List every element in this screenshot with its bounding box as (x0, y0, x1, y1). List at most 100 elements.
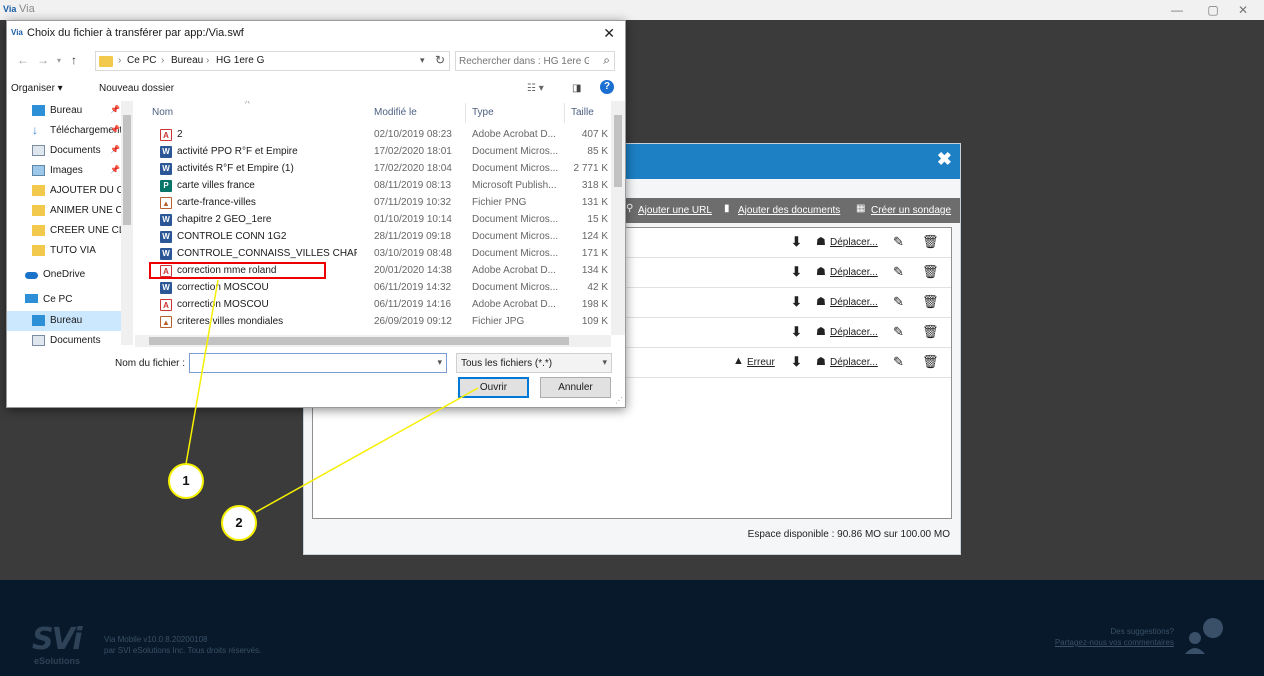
copyright-line: par SVI eSolutions Inc. Tous droits rése… (104, 646, 262, 655)
delete-icon[interactable]: 🗑 (922, 324, 939, 340)
column-modified[interactable]: Modifié le (374, 107, 417, 118)
open-button[interactable]: Ouvrir (458, 377, 529, 398)
close-app-button[interactable]: ✕ (1228, 2, 1258, 18)
new-folder-button[interactable]: Nouveau dossier (99, 83, 174, 94)
column-name[interactable]: Nom (152, 107, 173, 118)
crumb-folder[interactable]: HG 1ere G (216, 55, 264, 66)
move-icon: ☗ (816, 356, 826, 368)
nav-item-folder[interactable]: AJOUTER DU CONTENU (7, 181, 121, 201)
filename-input[interactable] (194, 355, 424, 371)
organize-button[interactable]: Organiser ▾ (11, 83, 63, 94)
edit-icon[interactable]: ✎ (893, 294, 904, 310)
download-icon[interactable]: ⬇ (791, 354, 802, 370)
file-list-hscrollbar[interactable] (135, 335, 611, 347)
file-row[interactable]: W CONTROLE CONN 1G2 28/11/2019 09:18 Docume… (135, 229, 611, 246)
history-dropdown-icon[interactable]: ▾ (57, 56, 61, 65)
cancel-button[interactable]: Annuler (540, 377, 611, 398)
search-box[interactable]: ⌕ (455, 51, 615, 71)
search-input[interactable] (459, 53, 589, 69)
file-row[interactable]: ▲ criteres villes mondiales 26/09/2019 09:… (135, 314, 611, 331)
download-icon[interactable]: ⬇ (791, 264, 802, 280)
delete-icon[interactable]: 🗑 (922, 234, 939, 250)
edit-icon[interactable]: ✎ (893, 264, 904, 280)
download-icon[interactable]: ⬇ (791, 294, 802, 310)
chevron-down-icon[interactable]: ▾ (437, 357, 442, 368)
pdf-icon: A (160, 129, 172, 141)
nav-item-downloads[interactable]: ↓ Téléchargements 📌 (7, 121, 121, 141)
nav-item-desktop[interactable]: Bureau 📌 (7, 101, 121, 121)
move-link[interactable]: Déplacer... (830, 267, 878, 278)
file-modified: 06/11/2019 14:16 (374, 299, 452, 310)
scroll-thumb[interactable] (149, 337, 569, 345)
forward-icon[interactable]: → (37, 53, 49, 67)
move-link[interactable]: Déplacer... (830, 357, 878, 368)
edit-icon[interactable]: ✎ (893, 354, 904, 370)
file-row[interactable]: A 2 02/10/2019 08:23 Adobe Acrobat D... 407 … (135, 127, 611, 144)
breadcrumb[interactable]: › Ce PC › Bureau › HG 1ere G ▾ ↻ (95, 51, 450, 71)
app-footer: SVi eSolutions Via Mobile v10.0.8.202001… (0, 580, 1264, 676)
maximize-button[interactable]: ▢ (1198, 2, 1228, 18)
view-options-icon[interactable]: ☷ ▾ (527, 83, 544, 94)
move-link[interactable]: Déplacer... (830, 237, 878, 248)
column-type[interactable]: Type (472, 107, 494, 118)
nav-item-onedrive[interactable]: OneDrive (7, 265, 121, 285)
nav-item-this-pc[interactable]: Ce PC (7, 290, 121, 310)
feedback-link[interactable]: Partagez-nous vos commentaires (1055, 637, 1174, 648)
file-row[interactable]: W CONTROLE_CONNAISS_VILLES CHAP1_1... 03/1… (135, 246, 611, 263)
nav-item-folder[interactable]: CREER UNE CLASSE (7, 221, 121, 241)
file-list-scrollbar[interactable] (611, 101, 625, 335)
file-type-filter[interactable]: Tous les fichiers (*.*) ▾ (456, 353, 612, 373)
filename-field[interactable]: ▾ (189, 353, 447, 373)
search-icon[interactable]: ⌕ (603, 53, 610, 68)
close-icon[interactable]: ✖ (937, 149, 952, 170)
file-row[interactable]: Wactivité PPO R°F et Empire 17/02/2020 18… (135, 144, 611, 161)
close-icon[interactable]: ✕ (603, 25, 615, 42)
file-row[interactable]: Wactivités R°F et Empire (1) 17/02/2020 1… (135, 161, 611, 178)
refresh-icon[interactable]: ↻ (435, 53, 445, 67)
download-icon[interactable]: ⬇ (791, 324, 802, 340)
file-row[interactable]: Acorrection MOSCOU 06/11/2019 14:16 Adobe … (135, 297, 611, 314)
download-icon[interactable]: ⬇ (791, 234, 802, 250)
desktop-icon (32, 105, 45, 116)
poll-icon: ▦ (856, 203, 866, 214)
file-row[interactable]: Pcarte villes france 08/11/2019 08:13 Micr… (135, 178, 611, 195)
delete-icon[interactable]: 🗑 (922, 294, 939, 310)
add-url-link[interactable]: Ajouter une URL (638, 205, 712, 216)
delete-icon[interactable]: 🗑 (922, 354, 939, 370)
file-row[interactable]: Wchapitre 2 GEO_1ere 01/10/2019 10:14 Docu… (135, 212, 611, 229)
resize-grip-icon[interactable]: ⋰ (615, 396, 623, 405)
edit-icon[interactable]: ✎ (893, 234, 904, 250)
filter-value: Tous les fichiers (*.*) (461, 358, 553, 369)
nav-scrollbar[interactable] (121, 101, 133, 345)
move-link[interactable]: Déplacer... (830, 327, 878, 338)
edit-icon[interactable]: ✎ (893, 324, 904, 340)
nav-item-documents[interactable]: Documents 📌 (7, 141, 121, 161)
delete-icon[interactable]: 🗑 (922, 264, 939, 280)
move-link[interactable]: Déplacer... (830, 297, 878, 308)
nav-item-desktop[interactable]: Bureau (7, 311, 121, 331)
file-row[interactable]: Wcorrection MOSCOU 06/11/2019 14:32 Docume… (135, 280, 611, 297)
column-size[interactable]: Taille (571, 107, 594, 118)
preview-pane-icon[interactable]: ◨ (572, 83, 581, 94)
error-link[interactable]: Erreur (747, 357, 775, 368)
word-doc-icon: W (160, 163, 172, 175)
crumb-this-pc[interactable]: Ce PC (127, 55, 156, 66)
crumb-desktop[interactable]: Bureau (171, 55, 203, 66)
up-icon[interactable]: ↑ (71, 53, 77, 67)
create-poll-link[interactable]: Créer un sondage (871, 205, 951, 216)
add-documents-link[interactable]: Ajouter des documents (738, 205, 840, 216)
scroll-thumb[interactable] (123, 115, 131, 225)
pin-icon: 📌 (110, 125, 120, 134)
nav-item-folder[interactable]: TUTO VIA (7, 241, 121, 261)
minimize-button[interactable]: — (1162, 2, 1192, 18)
back-icon[interactable]: ← (17, 53, 29, 67)
nav-item-folder[interactable]: ANIMER UNE CLASSE (7, 201, 121, 221)
help-icon[interactable]: ? (600, 80, 614, 94)
nav-item-pictures[interactable]: Images 📌 (7, 161, 121, 181)
scroll-thumb[interactable] (614, 115, 622, 187)
feedback-bubble-icon[interactable] (1183, 618, 1229, 654)
column-divider (465, 103, 466, 123)
file-row[interactable]: ▲ carte-france-villes 07/11/2019 10:32 Fich… (135, 195, 611, 212)
nav-item-documents[interactable]: Documents (7, 331, 121, 351)
chevron-down-icon[interactable]: ▾ (420, 55, 425, 66)
